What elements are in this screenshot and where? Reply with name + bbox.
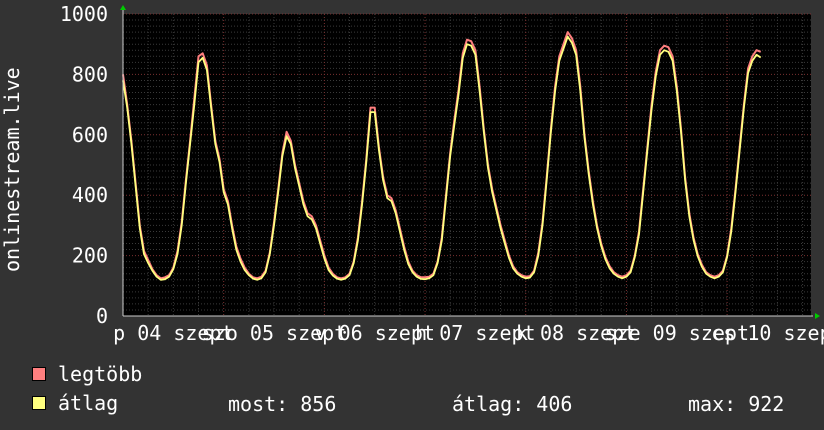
legend-label-avg: átlag — [58, 391, 119, 415]
y-tick-label: 1000 — [60, 2, 108, 26]
y-axis-label: onlinestream.live — [0, 67, 24, 272]
chart-panel: 0 200 400 600 800 1000 p 04 szept szo 05 szept… — [0, 0, 824, 430]
plot-area — [123, 14, 811, 316]
y-axis-arrow-icon — [120, 5, 126, 10]
y-tick-label: 400 — [72, 183, 108, 207]
x-axis-arrow-icon — [815, 313, 820, 319]
chart-svg: 02004006008001000 p 04 szeptszo 05 szept… — [0, 2, 824, 345]
legend-item-max: legtöbb — [32, 362, 143, 386]
y-tick-label: 800 — [72, 62, 108, 86]
y-tick-label: 200 — [72, 244, 108, 268]
stat-average: átlag: 406 — [452, 392, 573, 416]
stat-max: max: 922 — [688, 392, 785, 416]
x-tick-label: cs 10 szept — [711, 321, 824, 345]
legend-swatch-max — [32, 367, 46, 381]
y-tick-label: 0 — [96, 304, 108, 328]
legend-item-avg: átlag — [32, 391, 119, 415]
stat-now: most: 856 — [228, 392, 337, 416]
legend-swatch-avg — [32, 396, 46, 410]
y-tick-label: 600 — [72, 123, 108, 147]
legend-label-max: legtöbb — [58, 362, 143, 386]
